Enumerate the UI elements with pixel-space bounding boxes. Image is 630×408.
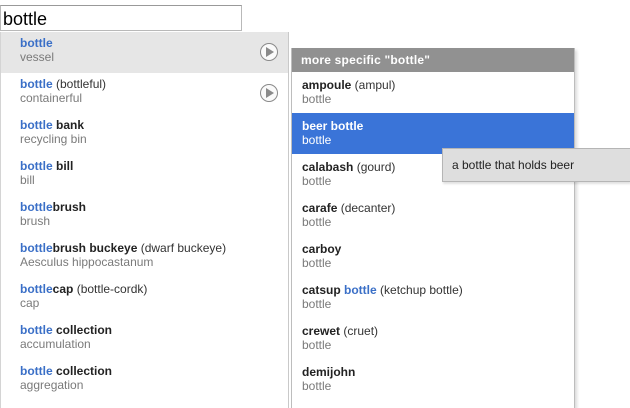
term-rest: bill — [52, 159, 74, 173]
suggestion-item[interactable]: bottle (bottleful) containerful — [1, 73, 288, 114]
suggestion-item[interactable]: bottle collection aggregation — [1, 360, 288, 401]
suggestion-category: bill — [20, 173, 35, 187]
term-synonym: (decanter) — [337, 201, 396, 215]
search-input[interactable] — [0, 5, 242, 31]
suggestion-list: bottle vessel bottle (bottleful) containerf… — [0, 32, 289, 408]
suggestion-category: aggregation — [20, 378, 84, 392]
more-specific-item[interactable]: carboy bottle — [292, 236, 574, 277]
suggestion-term: bottlebrush — [20, 200, 288, 214]
suggestion-item[interactable]: bottlebrush brush — [1, 196, 288, 237]
suggestion-item[interactable]: bottlecap (bottle-cordk) cap — [1, 278, 288, 319]
more-specific-category: bottle — [302, 92, 332, 106]
term-name: demijohn — [302, 365, 356, 379]
more-specific-term: catsup bottle (ketchup bottle) — [302, 283, 574, 297]
more-specific-item[interactable]: demijohn bottle — [292, 359, 574, 400]
term-synonym: (cruet) — [340, 324, 379, 338]
suggestion-item[interactable]: bottle collection accumulation — [1, 319, 288, 360]
suggestion-term: bottle bank — [20, 118, 288, 132]
term-synonym: (bottle-cordk) — [73, 282, 148, 296]
more-specific-category: bottle — [302, 256, 332, 270]
term-name: carafe — [302, 201, 338, 215]
more-specific-category: bottle — [302, 133, 332, 147]
term-rest: collection — [52, 364, 113, 378]
suggestion-category: vessel — [20, 50, 55, 64]
more-specific-category: bottle — [302, 297, 332, 311]
suggestion-term: bottle collection — [20, 364, 288, 378]
suggestion-term: bottle collection — [20, 323, 288, 337]
more-specific-item[interactable]: catsup bottle (ketchup bottle) bottle — [292, 277, 574, 318]
term-match: bottle — [20, 159, 53, 173]
term-name: carboy — [302, 242, 342, 256]
suggestion-term: bottlecap (bottle-cordk) — [20, 282, 288, 296]
play-circle-icon[interactable] — [260, 43, 278, 61]
suggestion-category: cap — [20, 296, 40, 310]
term-name: crewet — [302, 324, 341, 338]
suggestion-category: Aesculus hippocastanum — [20, 255, 154, 269]
term-synonym: (bottleful) — [52, 77, 107, 91]
more-specific-category: bottle — [302, 379, 332, 393]
suggestion-term: bottle bill — [20, 159, 288, 173]
suggestion-item[interactable]: bottle bill bill — [1, 155, 288, 196]
term-rest: brush — [52, 200, 87, 214]
term-rest: cap — [52, 282, 74, 296]
term-rest: brush buckeye — [52, 241, 138, 255]
term-name: calabash — [302, 160, 354, 174]
more-specific-term: carafe (decanter) — [302, 201, 574, 215]
more-specific-item[interactable]: carafe (decanter) bottle — [292, 195, 574, 236]
suggestion-term: bottle (bottleful) — [20, 77, 288, 91]
more-specific-header: more specific "bottle" — [292, 48, 574, 72]
term-match: bottle — [20, 200, 53, 214]
more-specific-item[interactable]: crewet (cruet) bottle — [292, 318, 574, 359]
more-specific-term: beer bottle — [302, 119, 574, 133]
suggestion-category: accumulation — [20, 337, 91, 351]
term-synonym: (ketchup bottle) — [376, 283, 463, 297]
more-specific-term: demijohn — [302, 365, 574, 379]
suggestion-term: bottlebrush buckeye (dwarf buckeye) — [20, 241, 288, 255]
term-name: ampoule — [302, 78, 352, 92]
suggestion-item[interactable]: bottle vessel — [1, 32, 288, 73]
term-synonym: (dwarf buckeye) — [137, 241, 227, 255]
more-specific-category: bottle — [302, 215, 332, 229]
more-specific-item[interactable]: ampoule (ampul) bottle — [292, 72, 574, 113]
term-match: bottle — [20, 36, 53, 50]
more-specific-term: carboy — [302, 242, 574, 256]
definition-tooltip: a bottle that holds beer — [442, 148, 630, 182]
term-name: beer bottle — [302, 119, 364, 133]
term-match: bottle — [20, 77, 53, 91]
term-match: bottle — [20, 282, 53, 296]
suggestion-item[interactable]: bottlebrush buckeye (dwarf buckeye) Aescu… — [1, 237, 288, 278]
play-circle-icon[interactable] — [260, 84, 278, 102]
term-synonym: (ampul) — [351, 78, 396, 92]
more-specific-list: ampoule (ampul) bottle beer bottle bottle ca… — [292, 72, 574, 400]
term-synonym: (gourd) — [353, 160, 396, 174]
term-rest: bank — [52, 118, 85, 132]
more-specific-panel: more specific "bottle" ampoule (ampul) bo… — [291, 48, 575, 408]
suggestion-term: bottle — [20, 36, 288, 50]
suggestion-item[interactable]: bottle bank recycling bin — [1, 114, 288, 155]
term-match: bottle — [20, 364, 53, 378]
term-match: bottle — [20, 241, 53, 255]
term-rest: collection — [52, 323, 113, 337]
term-match: bottle — [20, 118, 53, 132]
more-specific-category: bottle — [302, 338, 332, 352]
more-specific-term: ampoule (ampul) — [302, 78, 574, 92]
suggestion-category: brush — [20, 214, 51, 228]
term-name: catsup — [302, 283, 345, 297]
more-specific-term: crewet (cruet) — [302, 324, 574, 338]
suggestion-category: recycling bin — [20, 132, 87, 146]
suggestion-category: containerful — [20, 91, 83, 105]
term-match: bottle — [20, 323, 53, 337]
term-match: bottle — [344, 283, 377, 297]
